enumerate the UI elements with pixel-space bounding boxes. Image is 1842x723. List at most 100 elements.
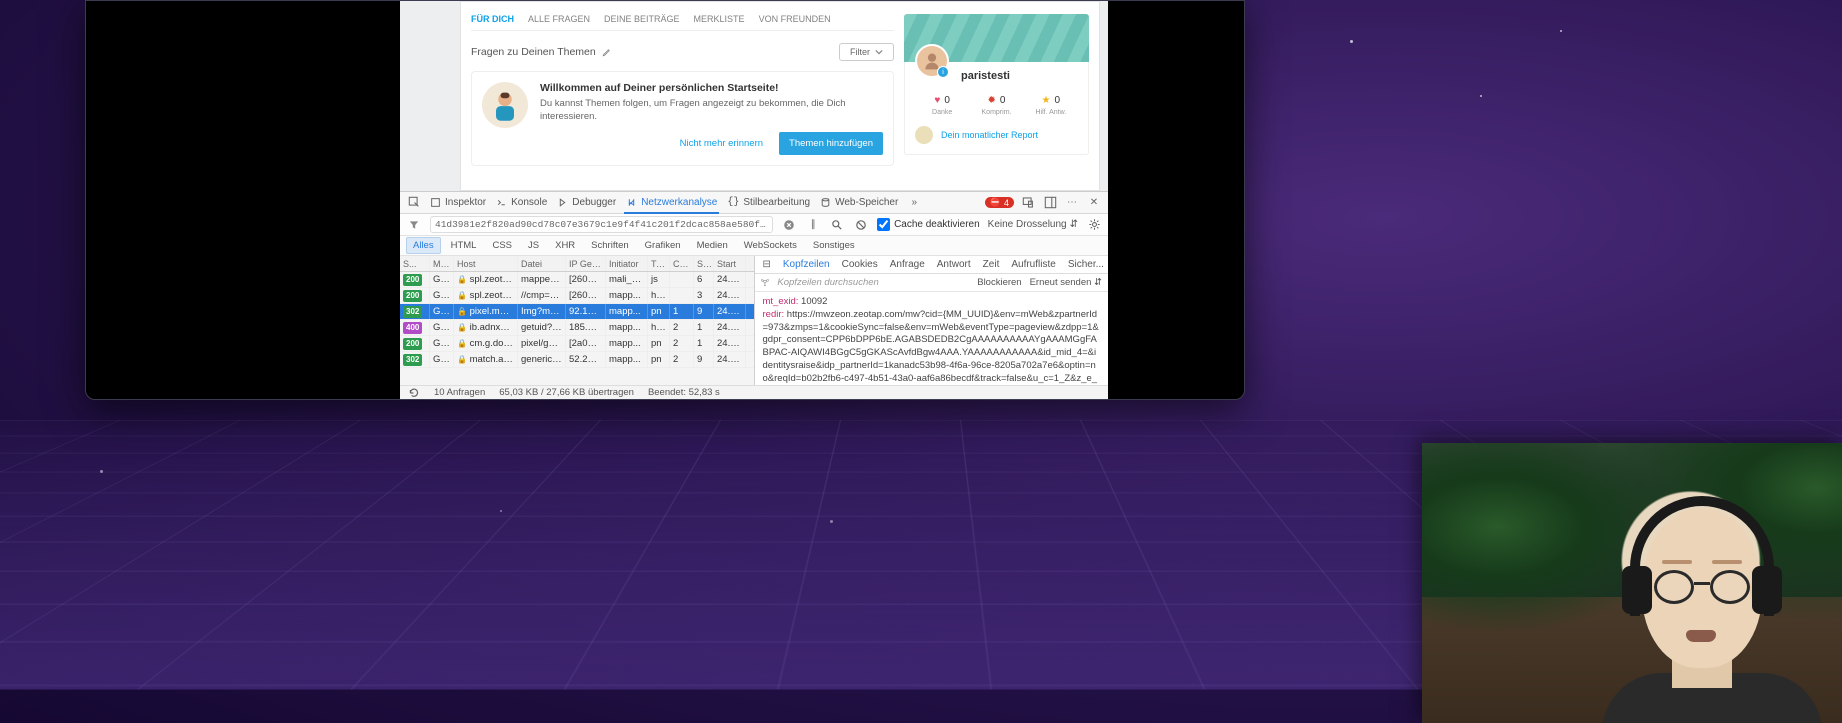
welcome-avatar-icon (482, 82, 528, 128)
devtools-tab-inspector[interactable]: Inspektor (428, 193, 488, 212)
welcome-title: Willkommen auf Deiner persönlichen Start… (540, 82, 883, 94)
table-row[interactable]: 302GET🔒 match.ads...generic?bd_52.223...… (400, 352, 754, 368)
devtools-tab-network[interactable]: Netzwerkanalyse (624, 193, 719, 214)
network-table: S...Me...HostDateiIP Geg...InitiatorTy..… (400, 256, 755, 385)
block-icon[interactable] (853, 217, 869, 233)
search-icon[interactable] (829, 217, 845, 233)
inspect-element-icon[interactable] (406, 195, 422, 211)
pause-icon[interactable]: ∥ (805, 217, 821, 233)
tab-deine-beitraege[interactable]: DEINE BEITRÄGE (604, 14, 680, 24)
profile-avatar[interactable]: i (915, 44, 949, 78)
lock-icon: 🔒 (457, 355, 467, 364)
detail-tab-headers[interactable]: Kopfzeilen (783, 259, 830, 270)
devtools-statusbar: 10 Anfragen 65,03 KB / 27,66 KB übertrag… (400, 385, 1108, 399)
filter-css[interactable]: CSS (486, 238, 518, 253)
disable-cache-checkbox[interactable]: Cache deaktivieren (877, 218, 980, 231)
filter-html[interactable]: HTML (445, 238, 483, 253)
status-requests: 10 Anfragen (434, 387, 485, 398)
star-icon: ★ (1042, 95, 1051, 106)
profile-username[interactable]: paristesti (961, 70, 1078, 82)
filter-other[interactable]: Sonstiges (807, 238, 861, 253)
throttling-select[interactable]: Keine Drosselung ⇵ (988, 219, 1078, 230)
headers-search-input[interactable]: Kopfzeilen durchsuchen (777, 277, 969, 288)
funnel-icon[interactable] (406, 217, 422, 233)
gear-icon[interactable] (1086, 217, 1102, 233)
verified-badge-icon: i (937, 66, 949, 78)
filter-js[interactable]: JS (522, 238, 545, 253)
presentation-frame: FÜR DICH ALLE FRAGEN DEINE BEITRÄGE MERK… (85, 0, 1245, 400)
detail-tab-timing[interactable]: Zeit (983, 259, 1000, 270)
report-avatar-icon (915, 126, 933, 144)
detail-tab-response[interactable]: Antwort (937, 259, 971, 270)
devtools-panel: Inspektor Konsole Debugger Netzwerkanaly… (400, 191, 1108, 399)
filter-images[interactable]: Grafiken (639, 238, 687, 253)
more-tabs-icon[interactable]: » (906, 195, 922, 211)
filter-xhr[interactable]: XHR (549, 238, 581, 253)
dock-side-icon[interactable] (1042, 195, 1058, 211)
filter-all[interactable]: Alles (406, 237, 441, 254)
status-transferred: 65,03 KB / 27,66 KB übertragen (499, 387, 634, 398)
detail-tab-stack[interactable]: Aufrufliste (1011, 259, 1055, 270)
browser-window: FÜR DICH ALLE FRAGEN DEINE BEITRÄGE MERK… (400, 1, 1108, 399)
edit-topics-icon[interactable] (602, 47, 612, 57)
detail-tab-cookies[interactable]: Cookies (842, 259, 878, 270)
filter-ws[interactable]: WebSockets (738, 238, 803, 253)
feed-panel: FÜR DICH ALLE FRAGEN DEINE BEITRÄGE MERK… (460, 1, 1100, 191)
profile-card: i paristesti ♥0 Danke ✹0 Komprim. (904, 62, 1089, 155)
clear-filter-icon[interactable] (781, 217, 797, 233)
funnel-icon[interactable]: 🝖 (761, 273, 770, 292)
devtools-tab-style[interactable]: {}Stilbearbeitung (725, 193, 812, 212)
table-row[interactable]: 200GET🔒 spl.zeotap.com//cmp=1&c...[2606:… (400, 288, 754, 304)
reload-icon[interactable] (408, 387, 420, 399)
tab-merkliste[interactable]: MERKLISTE (694, 14, 745, 24)
chevron-down-icon (875, 48, 883, 56)
stat-compliments: ✹0 Komprim. (969, 94, 1023, 116)
table-header[interactable]: S...Me...HostDateiIP Geg...InitiatorTy..… (400, 256, 754, 272)
devtools-toolbar: Inspektor Konsole Debugger Netzwerkanaly… (400, 192, 1108, 214)
stat-thanks: ♥0 Danke (915, 94, 969, 116)
block-request-button[interactable]: Blockieren (977, 277, 1021, 288)
add-topics-button[interactable]: Themen hinzufügen (779, 132, 883, 155)
lock-icon: 🔒 (457, 307, 467, 316)
detail-tab-request[interactable]: Anfrage (890, 259, 925, 270)
tab-fuer-dich[interactable]: FÜR DICH (471, 14, 514, 24)
table-row[interactable]: 400GET🔒 ib.adnxs.c...getuid?http...185.3… (400, 320, 754, 336)
headers-content[interactable]: mt_exid: 10092 redir: https://mwzeon.zeo… (755, 292, 1109, 385)
table-row[interactable]: 200GET🔒 cm.g.doub...pixel/google[2a00:1.… (400, 336, 754, 352)
filter-button[interactable]: Filter (839, 43, 894, 61)
devtools-tab-debugger[interactable]: Debugger (555, 193, 618, 212)
close-icon[interactable]: ✕ (1086, 195, 1102, 211)
table-row[interactable]: 200GET🔒 spl.zeotap.commapper.js?z[2606:4… (400, 272, 754, 288)
feed-heading: Fragen zu Deinen Themen (471, 46, 596, 58)
kebab-menu-icon[interactable]: ⋯ (1064, 195, 1080, 211)
table-row[interactable]: 302GET🔒 pixel.math...Img?mt_exi...92.123… (400, 304, 754, 320)
toggle-detail-icon[interactable]: ⊟ (763, 257, 771, 273)
filter-fonts[interactable]: Schriften (585, 238, 635, 253)
monthly-report-link[interactable]: Dein monatlicher Report (915, 126, 1078, 144)
status-finished: Beendet: 52,83 s (648, 387, 720, 398)
lock-icon: 🔒 (457, 291, 467, 300)
welcome-body: Du kannst Themen folgen, um Fragen angez… (540, 98, 883, 124)
burst-icon: ✹ (988, 95, 996, 106)
responsive-mode-icon[interactable] (1020, 195, 1036, 211)
tab-alle-fragen[interactable]: ALLE FRAGEN (528, 14, 590, 24)
url-filter-input[interactable]: 41d3981e2f820ad90cd78c07e3679c1e9f4f41c2… (430, 216, 773, 233)
dismiss-button[interactable]: Nicht mehr erinnern (670, 132, 773, 155)
lock-icon: 🔒 (457, 323, 467, 332)
resend-button[interactable]: Erneut senden ⇵ (1030, 277, 1102, 288)
request-type-filters: Alles HTML CSS JS XHR Schriften Grafiken… (400, 236, 1108, 256)
welcome-banner: Willkommen auf Deiner persönlichen Start… (471, 71, 894, 166)
detail-tab-security[interactable]: Sicher... (1068, 259, 1104, 270)
devtools-tab-storage[interactable]: Web-Speicher (818, 193, 900, 212)
feed-tabs: FÜR DICH ALLE FRAGEN DEINE BEITRÄGE MERK… (471, 14, 894, 31)
stat-helpful: ★0 Hilf. Antw. (1024, 94, 1078, 116)
devtools-tab-console[interactable]: Konsole (494, 193, 549, 212)
filter-media[interactable]: Medien (691, 238, 734, 253)
lock-icon: 🔒 (457, 339, 467, 348)
tab-von-freunden[interactable]: VON FREUNDEN (759, 14, 831, 24)
lock-icon: 🔒 (457, 275, 467, 284)
heart-icon: ♥ (934, 95, 940, 106)
presenter-webcam (1422, 443, 1842, 723)
error-count-badge[interactable]: ⛔4 (985, 197, 1014, 208)
request-detail-pane: ⊟ Kopfzeilen Cookies Anfrage Antwort Zei… (755, 256, 1109, 385)
